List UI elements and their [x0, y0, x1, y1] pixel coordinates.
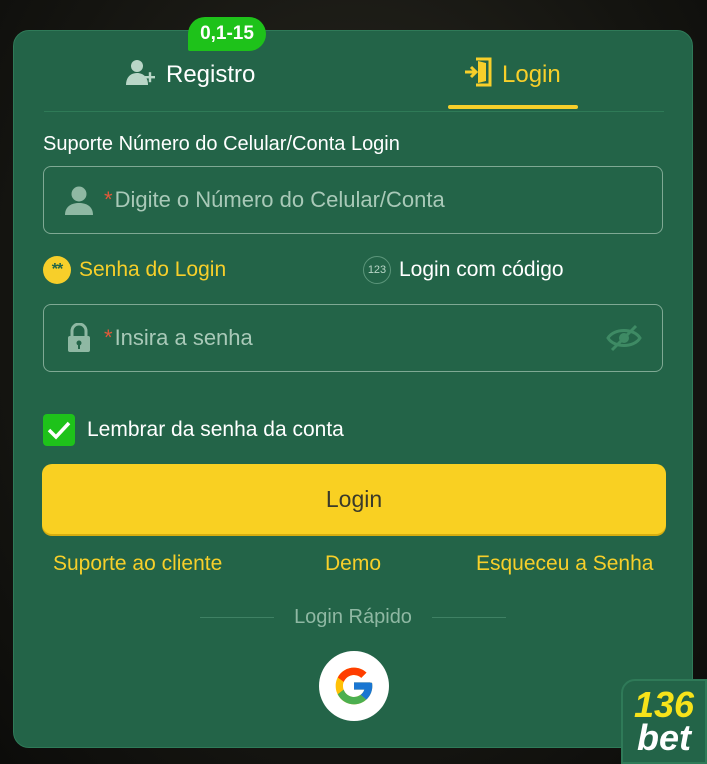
login-door-icon	[464, 57, 492, 94]
tab-register[interactable]: Registro	[126, 55, 255, 95]
login-mode-password-label: Senha do Login	[79, 258, 227, 281]
brand-logo: 136 bet	[621, 679, 707, 764]
login-mode-password[interactable]: ** Senha do Login	[43, 256, 226, 284]
login-dialog: Registro 0,1-15 Login Suporte Número do …	[13, 17, 693, 748]
active-tab-indicator	[448, 105, 578, 109]
code-mode-icon: 123	[363, 256, 391, 284]
eye-off-icon[interactable]	[604, 321, 644, 355]
login-button[interactable]: Login	[42, 464, 666, 534]
tab-login[interactable]: Login	[464, 55, 561, 95]
remember-label: Lembrar da senha da conta	[87, 418, 344, 441]
google-icon	[335, 667, 373, 705]
quick-login-divider: Login Rápido	[200, 606, 506, 629]
password-input[interactable]	[114, 325, 604, 351]
tab-login-label: Login	[502, 61, 561, 88]
login-mode-code[interactable]: 123 Login com código	[363, 256, 564, 284]
tab-register-label: Registro	[166, 61, 256, 88]
remember-password: Lembrar da senha da conta	[43, 414, 344, 446]
register-bonus-badge: 0,1-15	[188, 17, 266, 51]
required-mark: *	[104, 325, 113, 350]
brand-logo-line2: bet	[637, 716, 691, 758]
google-login-button[interactable]	[319, 651, 389, 721]
password-field[interactable]: *	[43, 304, 663, 372]
divider-line	[200, 617, 275, 618]
required-mark: *	[104, 187, 113, 212]
auth-tabs: Registro 0,1-15 Login	[44, 17, 664, 112]
password-mode-icon: **	[43, 256, 71, 284]
support-link[interactable]: Suporte ao cliente	[53, 552, 222, 576]
login-mode-code-label: Login com código	[399, 258, 564, 281]
check-icon	[47, 421, 71, 440]
account-field[interactable]: *	[43, 166, 663, 234]
user-icon	[64, 185, 94, 215]
lock-icon	[64, 323, 94, 353]
divider-line	[431, 617, 506, 618]
section-label: Suporte Número do Celular/Conta Login	[43, 133, 400, 155]
remember-checkbox[interactable]	[43, 414, 75, 446]
forgot-password-link[interactable]: Esqueceu a Senha	[476, 552, 653, 576]
quick-login-label: Login Rápido	[294, 606, 412, 628]
add-user-icon	[126, 58, 156, 93]
account-input[interactable]	[114, 187, 662, 213]
demo-link[interactable]: Demo	[325, 552, 381, 576]
